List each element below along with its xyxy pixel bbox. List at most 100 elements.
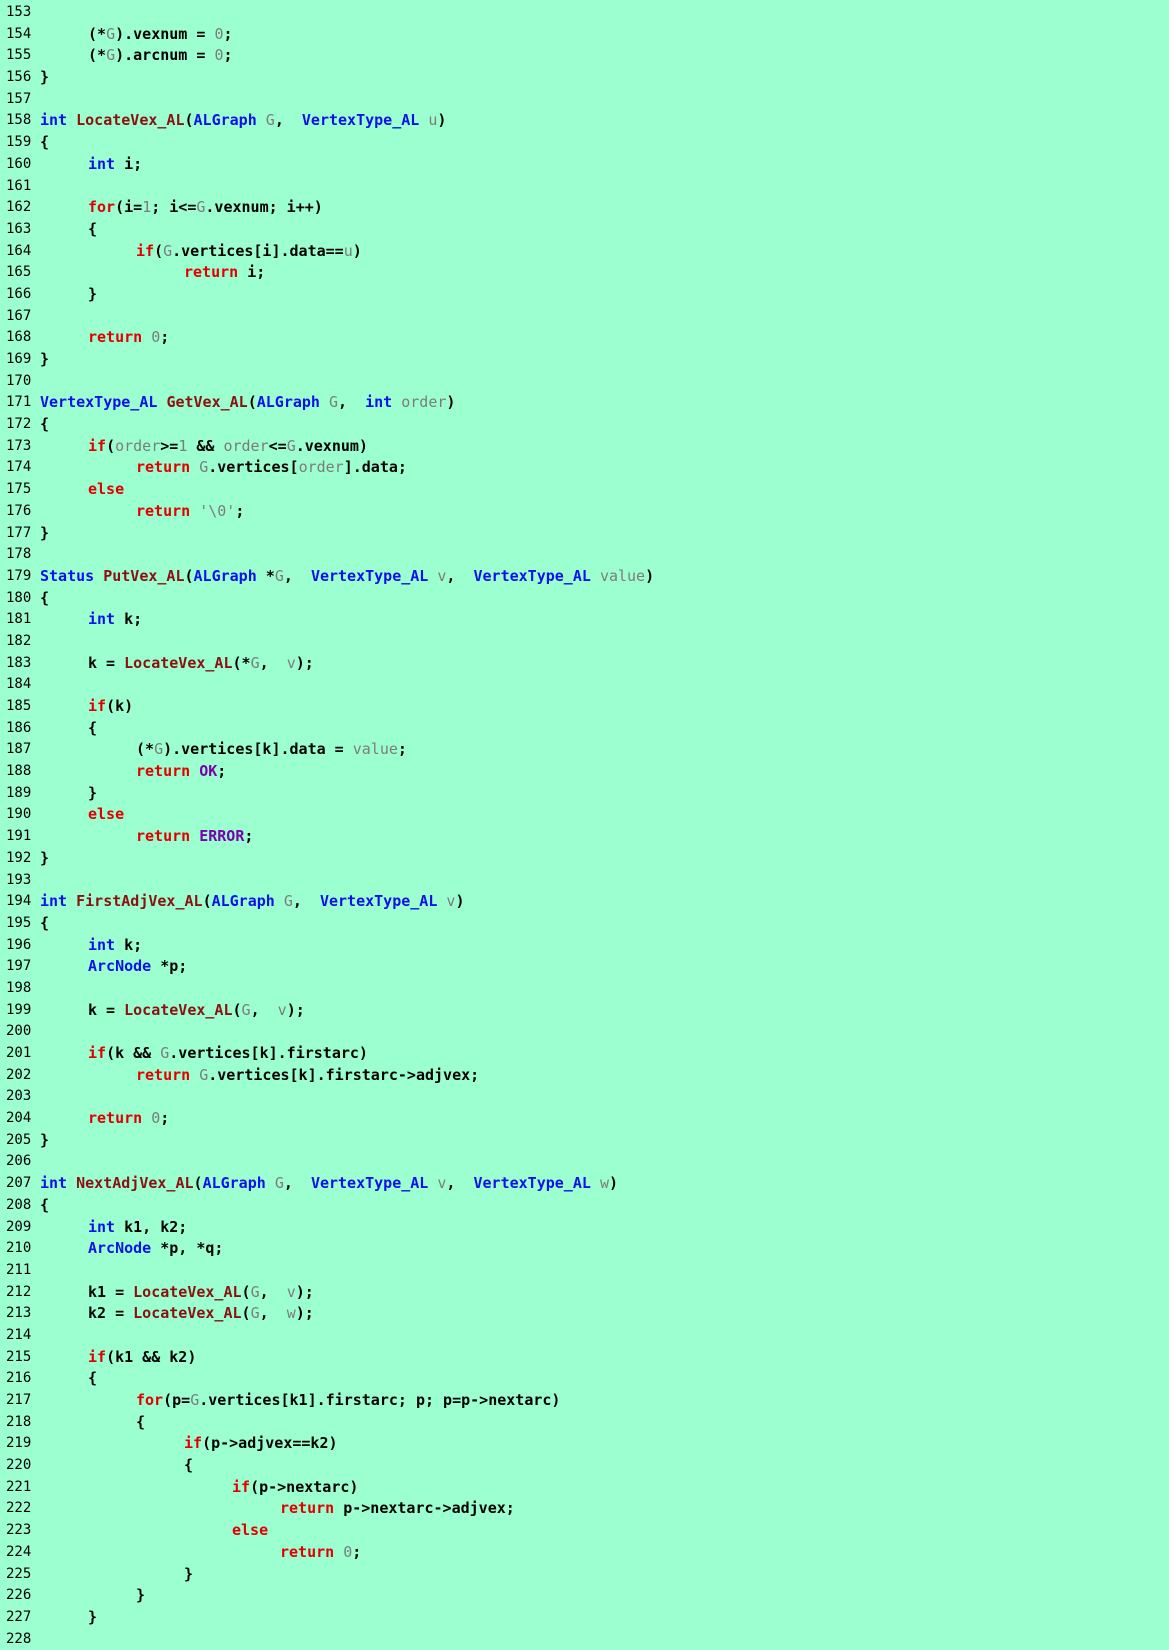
code-token: int (40, 1174, 68, 1193)
line-number: 220 (6, 1457, 32, 1474)
code-text: int NextAdjVex_AL(ALGraph G, VertexType_… (40, 1173, 618, 1195)
line-number: 206 (6, 1153, 32, 1170)
code-line: 172 { (0, 414, 1169, 436)
code-token: .vertices[k1].firstarc; p; p=p->nextarc) (199, 1391, 561, 1409)
code-text: (*G).vertices[k].data = value; (136, 739, 407, 761)
code-token: NextAdjVex_AL (76, 1174, 194, 1193)
code-token: ALGraph (193, 111, 257, 130)
code-token: 1 (142, 198, 152, 217)
line-number: 189 (6, 784, 32, 801)
code-token: ); (295, 1282, 314, 1301)
code-token: ) (455, 892, 465, 911)
code-text: Status PutVex_AL(ALGraph *G, VertexType_… (40, 566, 654, 588)
code-line: 159 { (0, 132, 1169, 154)
code-text: ArcNode *p; (88, 956, 187, 978)
line-number: 200 (6, 1023, 32, 1040)
code-line: 228 (0, 1629, 1169, 1650)
code-token: LocateVex_AL (76, 111, 185, 130)
code-text: } (40, 848, 49, 870)
code-line: 174 return G.vertices[order].data; (0, 457, 1169, 479)
code-token: if (136, 241, 155, 260)
code-token: G (160, 1044, 170, 1062)
line-number: 203 (6, 1088, 32, 1105)
code-token: ; (244, 827, 254, 846)
code-line: 216 { (0, 1368, 1169, 1390)
code-line: 220 { (0, 1455, 1169, 1477)
code-token: >= (160, 436, 179, 455)
code-token: ALGraph (211, 892, 275, 911)
code-line: 162 for(i=1; i<=G.vexnum; i++) (0, 197, 1169, 219)
code-text: VertexType_AL GetVex_AL(ALGraph G, int o… (40, 392, 455, 414)
code-token: } (40, 68, 50, 87)
code-line: 177} (0, 523, 1169, 545)
code-line: 223 else (0, 1520, 1169, 1542)
code-token: ). (115, 24, 134, 43)
code-text: { (136, 1412, 145, 1434)
code-line: 209 int k1, k2; (0, 1217, 1169, 1239)
code-token: LocateVex_AL (133, 1304, 242, 1323)
code-token: G (106, 24, 116, 43)
code-token: , (283, 566, 311, 585)
code-token: return (136, 458, 191, 477)
code-token: , (446, 1174, 474, 1193)
code-token: (p= (163, 1391, 191, 1409)
code-token: if (88, 436, 107, 455)
code-token: int (88, 1217, 116, 1236)
code-token: ) (352, 241, 362, 260)
code-line: 171 VertexType_AL GetVex_AL(ALGraph G, in… (0, 392, 1169, 414)
line-number: 228 (6, 1630, 32, 1647)
code-token: } (184, 1564, 194, 1583)
code-text: k = LocateVex_AL(G, v); (88, 1000, 305, 1022)
code-token: else (88, 480, 125, 499)
code-token: ).vertices[k].data = (163, 740, 353, 759)
code-token: k2 = (88, 1304, 134, 1323)
code-line: 200 (0, 1021, 1169, 1043)
code-token: (i= (115, 198, 143, 217)
line-number: 209 (6, 1218, 32, 1235)
code-line: 168 return 0; (0, 327, 1169, 349)
code-token: { (88, 718, 98, 737)
code-text: { (184, 1455, 193, 1477)
line-number: 174 (6, 459, 32, 476)
line-number: 159 (6, 134, 32, 151)
code-token: .vertices[i].data== (172, 241, 344, 260)
code-text: ArcNode *p, *q; (88, 1238, 223, 1260)
line-number: 162 (6, 199, 32, 216)
code-token: (k1 && k2) (106, 1347, 197, 1366)
line-number: 225 (6, 1565, 32, 1582)
line-number: 156 (6, 69, 32, 86)
code-token: return (184, 263, 239, 282)
code-token: k; (115, 610, 143, 629)
code-token: int (40, 892, 68, 911)
code-line: 158 int LocateVex_AL(ALGraph G, VertexTyp… (0, 110, 1169, 132)
code-editor[interactable]: 153 154 (*G).vexnum = 0; 155 (*G).arcnum = 0… (0, 2, 1169, 1650)
code-text: return p->nextarc->adjvex; (280, 1498, 515, 1520)
code-token: } (40, 848, 50, 867)
code-token: } (88, 783, 98, 802)
line-number: 212 (6, 1283, 32, 1300)
line-number: 157 (6, 90, 32, 107)
code-line: 191 return ERROR; (0, 826, 1169, 848)
code-token: ; (352, 1542, 362, 1561)
code-token: , (259, 1304, 287, 1323)
line-number: 171 (6, 394, 32, 411)
code-token: FirstAdjVex_AL (76, 892, 203, 911)
line-number: 165 (6, 264, 32, 281)
code-token: G (190, 1391, 200, 1409)
code-token: 0 (151, 1109, 161, 1128)
code-line: 160 int i; (0, 154, 1169, 176)
code-token: if (88, 1347, 107, 1366)
code-line: 183 k = LocateVex_AL(*G, v); (0, 653, 1169, 675)
code-text: return G.vertices[k].firstarc->adjvex; (136, 1065, 479, 1087)
code-text: { (88, 718, 97, 740)
line-number: 168 (6, 329, 32, 346)
line-number: 160 (6, 155, 32, 172)
code-token: ) (437, 111, 447, 130)
